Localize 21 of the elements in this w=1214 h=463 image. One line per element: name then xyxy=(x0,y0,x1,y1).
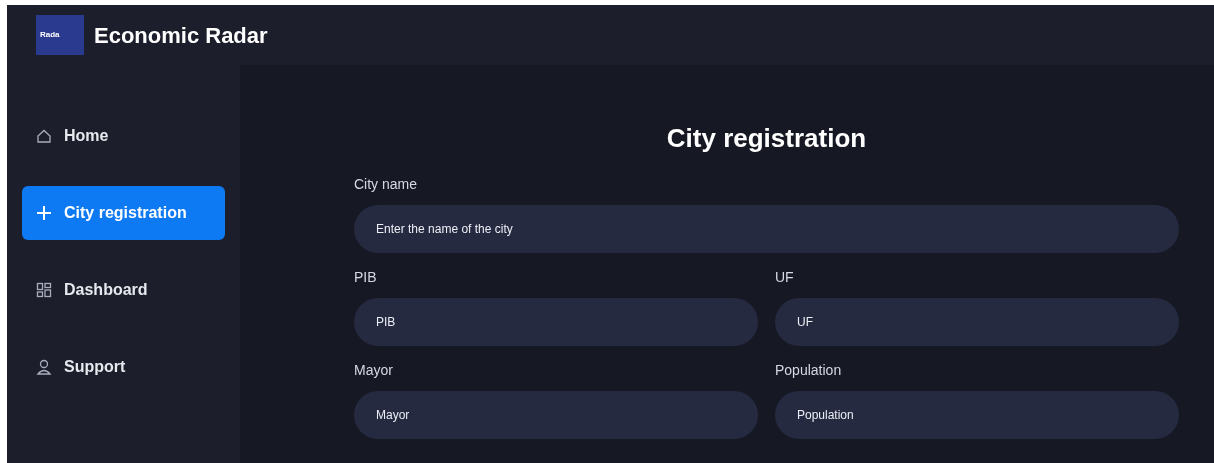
sidebar-item[interactable]: Home xyxy=(22,109,225,163)
app-title: Economic Radar xyxy=(94,21,268,50)
person-icon xyxy=(36,359,52,375)
field-label: City name xyxy=(354,175,418,194)
field-label: Population xyxy=(775,361,842,380)
sidebar-item[interactable]: Dashboard xyxy=(22,263,225,317)
input-field[interactable]: Enter the name of the city xyxy=(354,205,1179,253)
input-field[interactable]: PIB xyxy=(354,298,758,346)
field-label: UF xyxy=(775,268,794,287)
input-field[interactable]: Mayor xyxy=(354,391,758,439)
sidebar-item[interactable]: City registration xyxy=(22,186,225,240)
input-field[interactable]: Population xyxy=(775,391,1179,439)
plus-icon xyxy=(36,205,52,221)
logo: Rada xyxy=(36,15,84,55)
form-title: City registration xyxy=(665,122,868,155)
sidebar-item[interactable]: Support xyxy=(22,340,225,394)
grid-icon xyxy=(36,282,52,298)
field-label: PIB xyxy=(354,268,377,287)
home-icon xyxy=(36,128,52,144)
input-field[interactable]: UF xyxy=(775,298,1179,346)
field-label: Mayor xyxy=(354,361,393,380)
